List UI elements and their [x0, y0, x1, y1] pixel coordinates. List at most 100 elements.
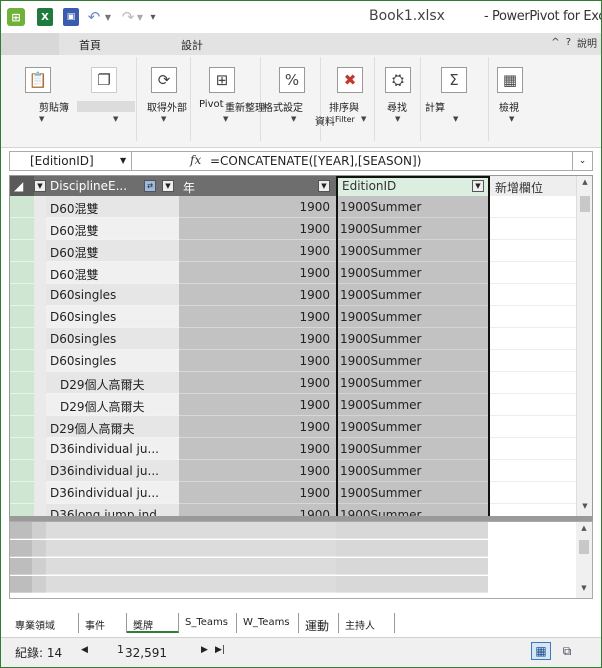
help-label[interactable]: 說明 [577, 35, 597, 50]
calc-vertical-scrollbar[interactable]: ▲ ▼ [576, 522, 592, 598]
table-cell-year[interactable]: 1900 [179, 504, 336, 516]
table-cell-year[interactable]: 1900 [179, 350, 336, 372]
table-cell[interactable] [34, 350, 46, 372]
calc-cell[interactable] [10, 558, 32, 575]
table-cell-edition[interactable]: 1900Summer [338, 218, 488, 240]
sheet-tab[interactable]: W_Teams [237, 613, 299, 633]
table-cell-discipline[interactable]: D60混雙 [46, 218, 179, 240]
clipboard-dropdown-icon[interactable]: ▼ [113, 115, 118, 123]
calc-cell[interactable] [488, 540, 576, 557]
table-row[interactable]: D60混雙 1900 1900Summer [10, 196, 578, 218]
table-cell-edition[interactable]: 1900Summer [338, 284, 488, 306]
table-cell-discipline[interactable]: D36individual ju... [46, 482, 179, 504]
column-header-edition[interactable]: EditionID ▼ [336, 176, 490, 196]
calc-cell[interactable] [32, 540, 46, 557]
table-cell[interactable] [34, 460, 46, 482]
pivot-table-icon[interactable]: ⊞ [209, 67, 235, 93]
table-cell-add[interactable] [490, 196, 578, 218]
table-cell-year[interactable]: 1900 [179, 218, 336, 240]
table-row[interactable]: D60singles 1900 1900Summer [10, 350, 578, 372]
column-header-year[interactable]: 年 ▼ [179, 176, 336, 196]
table-cell-edition[interactable]: 1900Summer [338, 306, 488, 328]
tab-design[interactable]: 設計 [181, 37, 203, 53]
diagram-view-icon[interactable]: ⧉ [557, 642, 577, 660]
format-dropdown-icon[interactable]: ▼ [291, 115, 296, 123]
table-row[interactable]: D60singles 1900 1900Summer [10, 328, 578, 350]
calc-cell[interactable] [336, 576, 488, 593]
calc-cell[interactable] [32, 558, 46, 575]
calc-label[interactable]: 計算 [425, 99, 445, 114]
sort-filter-sub1[interactable]: 資料 [315, 113, 335, 128]
table-row[interactable]: D36individual ju... 1900 1900Summer [10, 482, 578, 504]
table-cell-add[interactable] [490, 328, 578, 350]
table-cell-discipline[interactable]: D60singles [46, 328, 179, 350]
calc-cell[interactable] [336, 522, 488, 539]
row-selector[interactable] [10, 394, 34, 416]
get-external-dropdown-icon[interactable]: ▼ [161, 115, 166, 123]
table-cell-discipline[interactable]: D29個人高爾夫 [46, 372, 179, 394]
table-cell-add[interactable] [490, 394, 578, 416]
table-cell-year[interactable]: 1900 [179, 460, 336, 482]
tab-home[interactable]: 首頁 [79, 37, 101, 53]
table-cell-edition[interactable]: 1900Summer [338, 438, 488, 460]
calc-dropdown-icon[interactable]: ▼ [453, 115, 458, 123]
calc-cell[interactable] [32, 576, 46, 593]
column-filter-dropdown-icon[interactable]: ▼ [318, 180, 330, 192]
table-cell-year[interactable]: 1900 [179, 482, 336, 504]
format-label[interactable]: 格式設定 [263, 99, 303, 114]
table-cell-discipline[interactable]: D29個人高爾夫 [46, 416, 179, 438]
table-cell-year[interactable]: 1900 [179, 328, 336, 350]
undo-dropdown-icon[interactable]: ▼ [103, 8, 113, 26]
calc-row[interactable] [10, 558, 576, 575]
table-cell-discipline[interactable]: D60singles [46, 306, 179, 328]
database-refresh-icon[interactable]: ⟳ [151, 67, 177, 93]
pivot-label[interactable]: Pivot [199, 99, 224, 110]
table-row[interactable]: D29個人高爾夫 1900 1900Summer [10, 372, 578, 394]
table-row[interactable]: D29個人高爾夫 1900 1900Summer [10, 394, 578, 416]
table-cell-year[interactable]: 1900 [179, 394, 336, 416]
grid-view-icon[interactable]: ▦ [531, 642, 551, 660]
sheet-tab[interactable]: 事件 [79, 613, 127, 633]
row-selector[interactable] [10, 504, 34, 516]
table-cell-discipline[interactable]: D60singles [46, 350, 179, 372]
formula-input[interactable]: =CONCATENATE([YEAR],[SEASON]) [210, 154, 421, 168]
binoculars-icon[interactable]: ⛭ [385, 67, 411, 93]
row-selector[interactable] [10, 328, 34, 350]
table-cell-discipline[interactable]: D60混雙 [46, 240, 179, 262]
column-header-add[interactable]: 新增欄位 [490, 176, 576, 196]
table-cell[interactable] [34, 372, 46, 394]
column-filter-dropdown-icon[interactable]: ▼ [472, 180, 484, 192]
table-row[interactable]: D60singles 1900 1900Summer [10, 284, 578, 306]
relationship-icon[interactable]: ⇄ [144, 180, 156, 192]
column-filter-dropdown-icon[interactable]: ▼ [34, 180, 46, 192]
table-cell-edition[interactable]: 1900Summer [338, 416, 488, 438]
row-selector[interactable] [10, 218, 34, 240]
table-row[interactable]: D60混雙 1900 1900Summer [10, 218, 578, 240]
table-cell[interactable] [34, 438, 46, 460]
paste-dropdown-icon[interactable]: ▼ [39, 115, 44, 123]
sort-filter-sub2[interactable]: Filter [335, 115, 355, 124]
row-selector[interactable] [10, 438, 34, 460]
row-selector[interactable] [10, 350, 34, 372]
calc-row[interactable] [10, 522, 576, 539]
save-icon[interactable]: ▣ [63, 8, 79, 26]
table-cell-add[interactable] [490, 284, 578, 306]
view-label[interactable]: 檢視 [499, 99, 519, 114]
table-cell[interactable] [34, 394, 46, 416]
sheet-tab[interactable]: S_Teams [179, 613, 237, 633]
previous-record-icon[interactable]: ◀ [81, 645, 88, 655]
calc-cell[interactable] [10, 540, 32, 557]
column-header-blank[interactable]: ▼ [34, 176, 46, 196]
row-selector[interactable] [10, 416, 34, 438]
table-cell-year[interactable]: 1900 [179, 262, 336, 284]
table-row[interactable]: D29個人高爾夫 1900 1900Summer [10, 416, 578, 438]
table-cell-edition[interactable]: 1900Summer [338, 394, 488, 416]
table-cell-year[interactable]: 1900 [179, 306, 336, 328]
table-cell-edition[interactable]: 1900Summer [338, 504, 488, 516]
undo-icon[interactable]: ↶ [85, 8, 103, 26]
table-cell[interactable] [34, 306, 46, 328]
table-row[interactable]: D60singles 1900 1900Summer [10, 306, 578, 328]
collapse-ribbon-icon[interactable]: ^ [551, 37, 559, 48]
table-cell[interactable] [34, 262, 46, 284]
calc-cell[interactable] [488, 522, 576, 539]
